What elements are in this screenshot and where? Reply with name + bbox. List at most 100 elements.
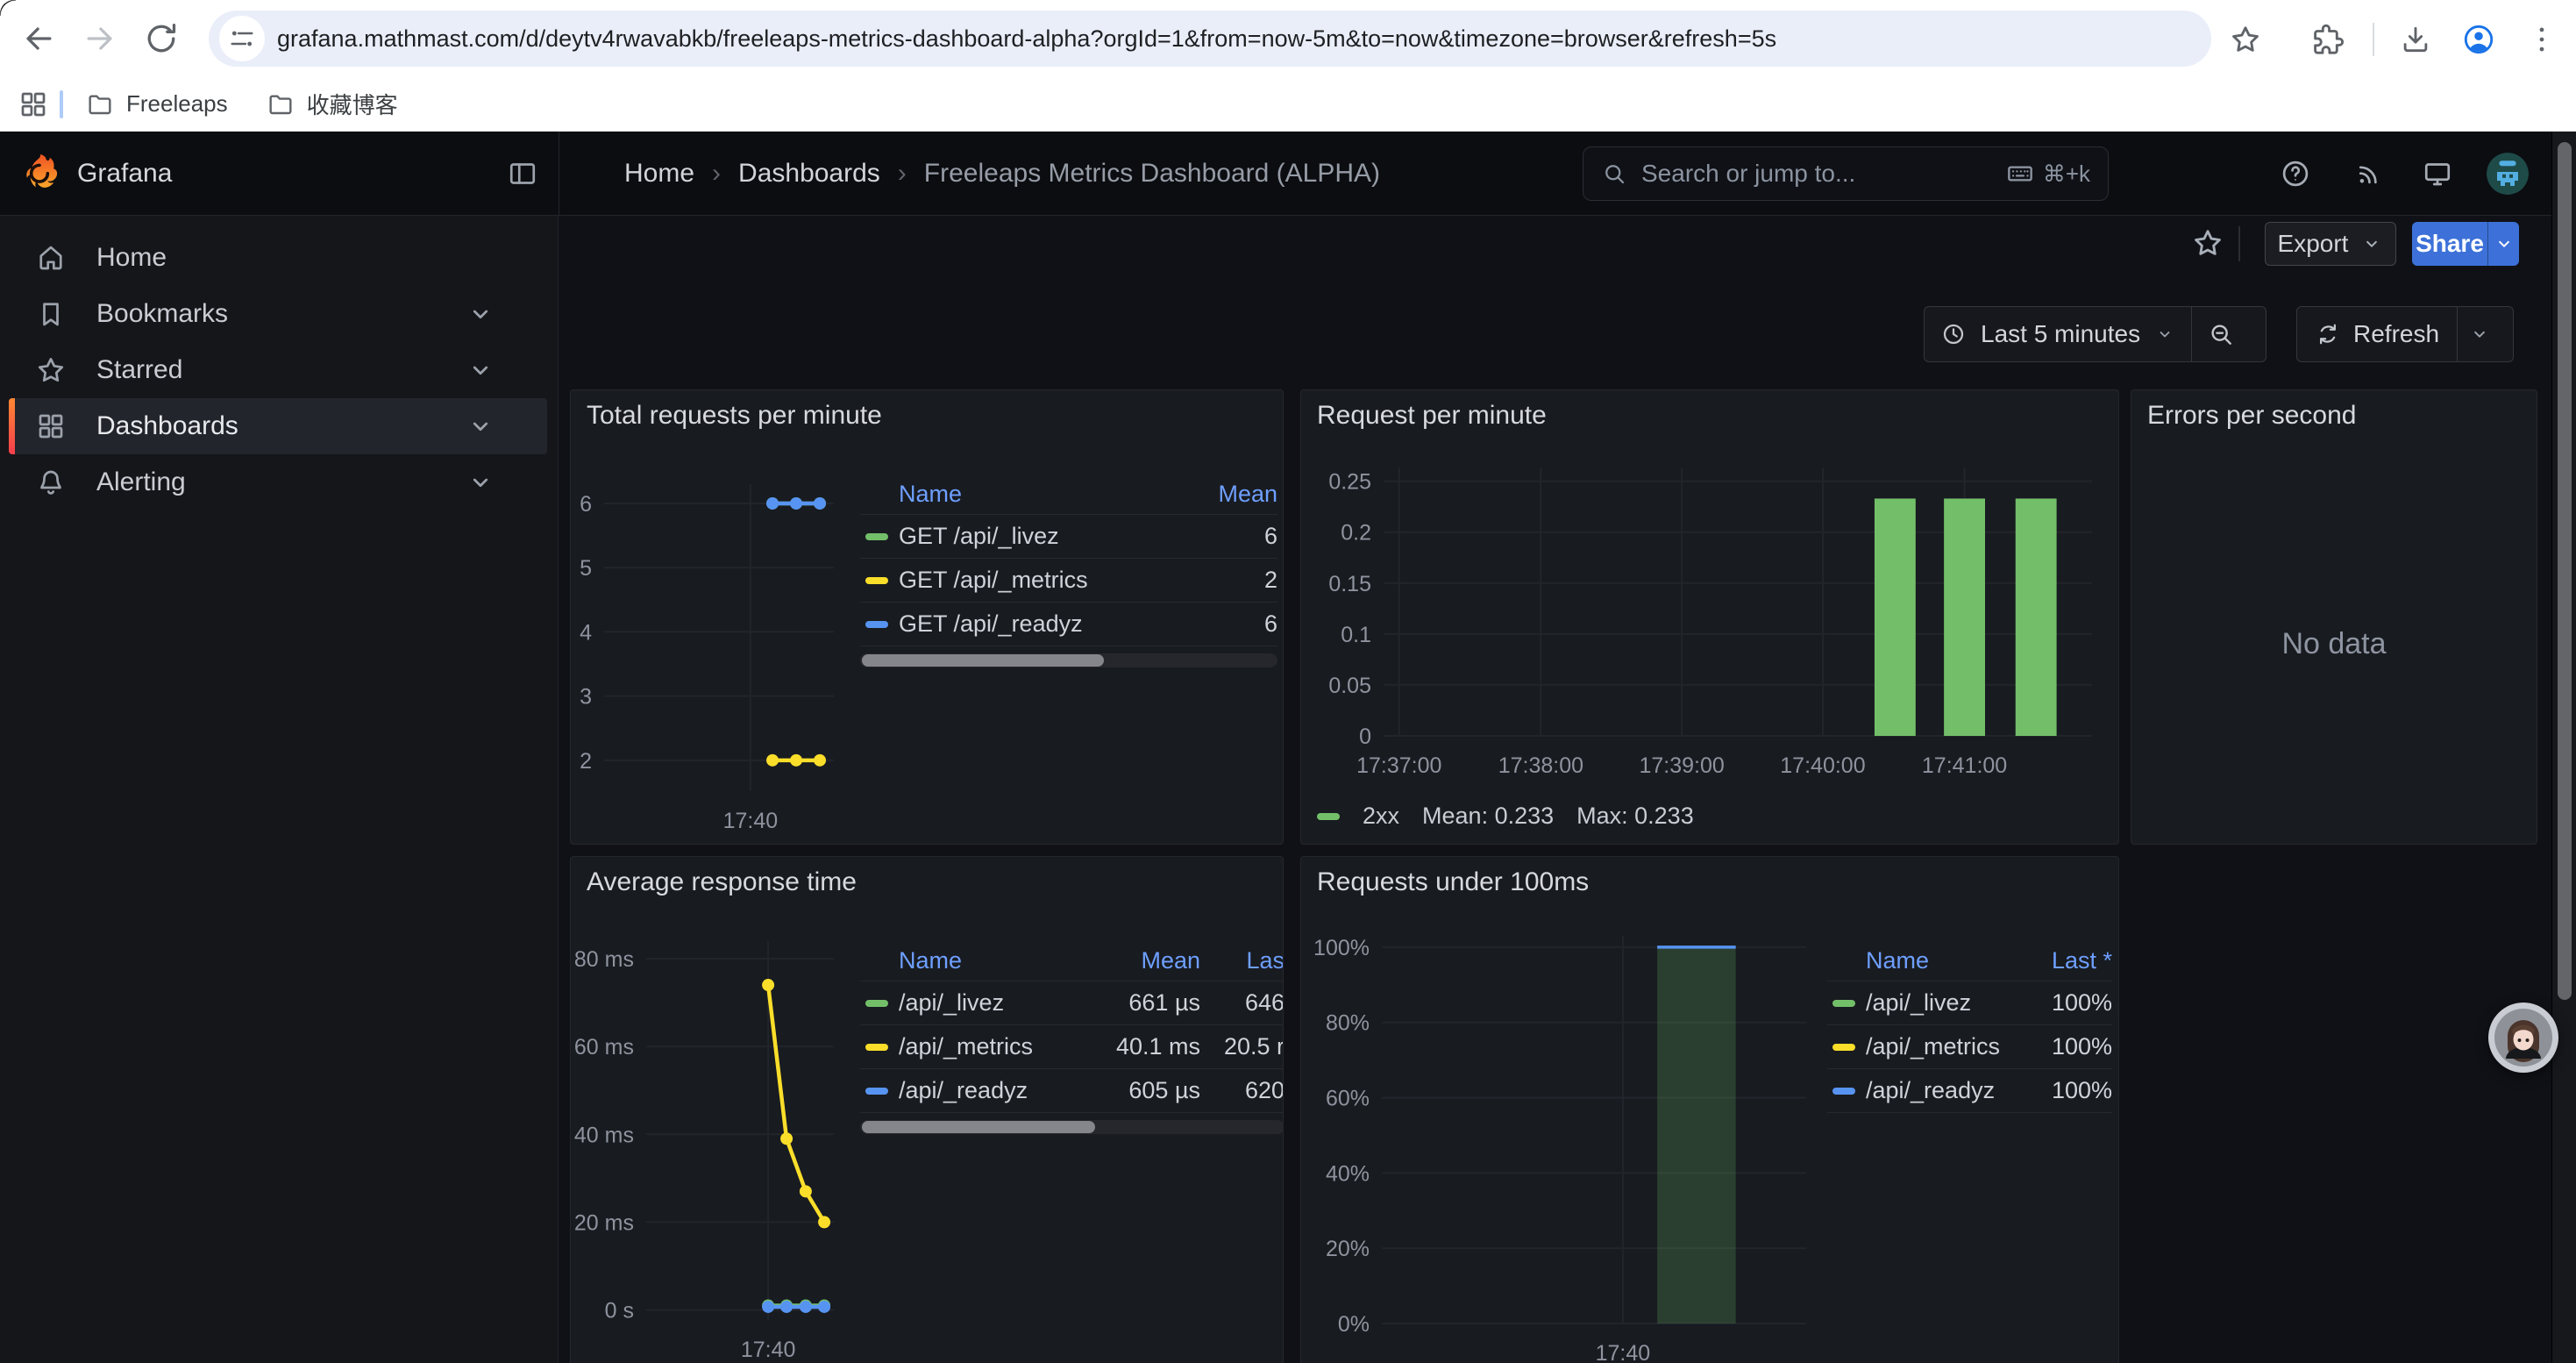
scrollbar-thumb[interactable] xyxy=(2558,142,2572,1000)
menu-dots-icon[interactable] xyxy=(2525,23,2558,56)
refresh-icon xyxy=(2315,321,2341,347)
sidebar-item-starred[interactable]: Starred xyxy=(9,342,547,398)
svg-text:60%: 60% xyxy=(1326,1087,1370,1111)
legend-header: NameMeanLas xyxy=(860,941,1284,981)
grafana-logo-icon[interactable] xyxy=(19,153,60,193)
reload-icon[interactable] xyxy=(142,19,181,58)
chevron-down-icon[interactable] xyxy=(465,298,496,330)
timeseries-chart[interactable]: 17:4065432 xyxy=(571,447,841,838)
legend-column-header[interactable]: Name xyxy=(899,481,1181,508)
legend-table: NameMeanLas/api/_livez661 µs646/api/_met… xyxy=(860,941,1284,1134)
share-dropdown-button[interactable] xyxy=(2487,222,2519,266)
panel-title[interactable]: Errors per second xyxy=(2147,401,2356,431)
legend-value: 100% xyxy=(2007,989,2112,1017)
legend-inline[interactable]: 2xx Mean: 0.233 Max: 0.233 xyxy=(1317,803,1694,830)
chevron-down-icon[interactable] xyxy=(465,354,496,386)
legend-table: NameMean GET /api/_livez6GET /api/_metric… xyxy=(860,475,1277,667)
search-input[interactable] xyxy=(1641,160,1992,188)
series-dash xyxy=(865,621,888,628)
forward-icon[interactable] xyxy=(81,19,119,58)
svg-text:5: 5 xyxy=(580,556,592,581)
download-icon[interactable] xyxy=(2399,23,2432,56)
legend-scrollbar-thumb[interactable] xyxy=(862,654,1104,667)
legend-scrollbar[interactable] xyxy=(860,1120,1284,1134)
user-avatar[interactable] xyxy=(2487,153,2529,195)
refresh-label: Refresh xyxy=(2353,320,2439,348)
svg-text:4: 4 xyxy=(580,620,592,645)
refresh-button[interactable]: Refresh xyxy=(2297,307,2457,361)
panel-title[interactable]: Average response time xyxy=(587,867,857,897)
legend-value: 646 xyxy=(1200,989,1284,1017)
legend-column-header[interactable]: Name xyxy=(899,947,1081,974)
legend-row[interactable]: GET /api/_livez6 xyxy=(860,515,1277,559)
legend-column-header[interactable]: Name xyxy=(1866,947,2007,974)
zoom-out-button[interactable] xyxy=(2191,307,2249,361)
legend-series-name: GET /api/_livez xyxy=(899,523,1181,550)
toolbar-divider xyxy=(2373,23,2374,56)
export-button[interactable]: Export xyxy=(2265,222,2396,266)
chevron-down-icon[interactable] xyxy=(465,410,496,442)
legend-series-name: /api/_livez xyxy=(1866,989,2007,1017)
bookmark-star-icon[interactable] xyxy=(2229,23,2262,56)
search-box[interactable]: ⌘+k xyxy=(1583,146,2109,201)
legend-row[interactable]: /api/_metrics100% xyxy=(1827,1025,2112,1069)
panel-title[interactable]: Request per minute xyxy=(1317,401,1547,431)
sidebar-item-bookmarks[interactable]: Bookmarks xyxy=(9,286,547,342)
sidebar: HomeBookmarksStarredDashboardsAlerting xyxy=(0,216,559,1363)
breadcrumb-dashboards[interactable]: Dashboards xyxy=(738,159,880,189)
legend-row[interactable]: GET /api/_metrics2 xyxy=(860,559,1277,603)
site-settings-icon[interactable] xyxy=(219,16,265,61)
legend-row[interactable]: /api/_livez661 µs646 xyxy=(860,981,1284,1025)
sidebar-item-dashboards[interactable]: Dashboards xyxy=(9,398,547,454)
sidebar-item-home[interactable]: Home xyxy=(9,230,547,286)
profile-icon[interactable] xyxy=(2462,23,2495,56)
legend-scrollbar-thumb[interactable] xyxy=(862,1121,1095,1133)
legend-series-name: /api/_metrics xyxy=(899,1033,1081,1060)
monitor-icon[interactable] xyxy=(2422,158,2453,189)
series-dash xyxy=(865,533,888,540)
legend-scrollbar[interactable] xyxy=(860,653,1277,667)
apps-grid-icon xyxy=(35,410,67,442)
back-icon[interactable] xyxy=(19,19,58,58)
bar-chart[interactable]: 17:37:0017:38:0017:39:0017:40:0017:41:00… xyxy=(1306,443,2115,794)
apps-grid-icon[interactable] xyxy=(18,89,49,120)
help-icon[interactable] xyxy=(2280,158,2311,189)
breadcrumb-home[interactable]: Home xyxy=(624,159,694,189)
legend-column-header[interactable]: Last * xyxy=(2007,947,2112,974)
address-bar[interactable]: grafana.mathmast.com/d/deytv4rwavabkb/fr… xyxy=(209,11,2211,67)
window-corner xyxy=(0,0,16,16)
legend-row[interactable]: /api/_livez100% xyxy=(1827,981,2112,1025)
rss-icon[interactable] xyxy=(2353,158,2385,189)
svg-text:17:40: 17:40 xyxy=(741,1338,796,1362)
bookmark-folder[interactable]: 收藏博客 xyxy=(251,84,414,125)
series-dash xyxy=(865,1088,888,1095)
legend-value: 20.5 r xyxy=(1200,1033,1284,1060)
favorite-star-icon[interactable] xyxy=(2191,226,2224,260)
svg-text:60 ms: 60 ms xyxy=(574,1035,634,1060)
panel-title[interactable]: Requests under 100ms xyxy=(1317,867,1589,897)
legend-row[interactable]: /api/_readyz605 µs620 xyxy=(860,1069,1284,1113)
assistant-avatar[interactable] xyxy=(2488,1003,2558,1073)
legend-column-header[interactable]: Mean xyxy=(1081,947,1200,974)
legend-row[interactable]: GET /api/_readyz6 xyxy=(860,603,1277,646)
legend-column-header[interactable]: Mean xyxy=(1181,481,1277,508)
extensions-icon[interactable] xyxy=(2311,23,2345,56)
refresh-interval-button[interactable] xyxy=(2457,307,2501,361)
time-range-button[interactable]: Last 5 minutes xyxy=(1925,307,2191,361)
page-scrollbar[interactable] xyxy=(2551,132,2576,1363)
bookmark-folder[interactable]: Freeleaps xyxy=(70,84,244,125)
timeseries-chart[interactable]: 17:4080 ms60 ms40 ms20 ms0 s xyxy=(571,910,841,1363)
legend-row[interactable]: /api/_metrics40.1 ms20.5 r xyxy=(860,1025,1284,1069)
dashboard-content: Export Share Last 5 minutes Refresh xyxy=(559,216,2551,1363)
legend-row[interactable]: /api/_readyz100% xyxy=(1827,1069,2112,1113)
panel-title[interactable]: Total requests per minute xyxy=(587,401,882,431)
bar-chart[interactable]: 17:40100%80%60%40%20%0% xyxy=(1305,906,1822,1363)
url-text[interactable]: grafana.mathmast.com/d/deytv4rwavabkb/fr… xyxy=(277,25,1776,53)
share-button[interactable]: Share xyxy=(2412,222,2487,266)
sidebar-item-alerting[interactable]: Alerting xyxy=(9,454,547,510)
legend-column-header[interactable]: Las xyxy=(1200,947,1284,974)
svg-text:17:41:00: 17:41:00 xyxy=(1922,753,2007,778)
chevron-down-icon[interactable] xyxy=(465,467,496,498)
svg-text:17:39:00: 17:39:00 xyxy=(1640,753,1725,778)
dock-menu-icon[interactable] xyxy=(507,158,538,189)
